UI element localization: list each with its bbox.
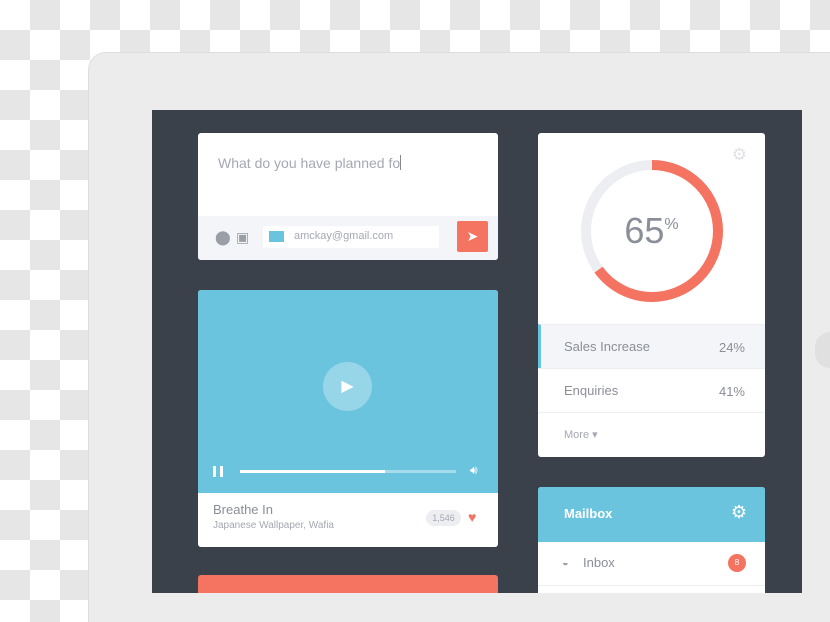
divider xyxy=(538,412,765,413)
play-icon: ▶ xyxy=(341,378,354,395)
stat-row-enquiries[interactable]: Enquiries 41% xyxy=(538,368,765,412)
play-button[interactable]: ▶ xyxy=(323,362,372,411)
progress-slider[interactable] xyxy=(240,470,456,473)
coral-card xyxy=(198,575,498,593)
like-count: 1,546 xyxy=(426,510,461,526)
stat-row-sales[interactable]: Sales Increase 24% xyxy=(538,324,765,368)
progress-fill xyxy=(240,470,385,473)
video-title: Breathe In xyxy=(213,502,273,517)
percent-value: 65% xyxy=(624,210,679,251)
pause-button[interactable] xyxy=(213,466,223,477)
inbox-icon: ◒ xyxy=(562,557,569,569)
envelope-icon xyxy=(269,231,284,242)
screen: What do you have planned fo ⬤ ▣ amckay@g… xyxy=(152,110,802,593)
email-field[interactable]: amckay@gmail.com xyxy=(263,226,439,248)
gear-icon[interactable]: ⚙ xyxy=(731,502,747,523)
video-player[interactable]: ▶ 🔊︎ xyxy=(198,290,498,493)
mailbox-header: Mailbox ⚙ xyxy=(538,487,765,542)
volume-icon[interactable]: 🔊︎ xyxy=(470,463,478,478)
send-icon: ➤ xyxy=(466,228,479,244)
gear-icon[interactable]: ⚙ xyxy=(732,145,747,165)
compose-toolbar: ⬤ ▣ amckay@gmail.com ➤ xyxy=(198,216,498,260)
compose-input[interactable]: What do you have planned fo xyxy=(218,155,401,171)
video-subtitle: Japanese Wallpaper, Wafia xyxy=(213,520,334,531)
mailbox-card: Mailbox ⚙ ◒ Inbox 8 xyxy=(538,487,765,593)
send-button[interactable]: ➤ xyxy=(457,221,488,252)
compose-card: What do you have planned fo ⬤ ▣ amckay@g… xyxy=(198,133,498,260)
video-card: ▶ 🔊︎ Breathe In Japanese Wallpaper, Wafi… xyxy=(198,290,498,547)
heart-icon[interactable]: ♥ xyxy=(468,509,476,525)
stats-card: ⚙ 65% Sales Increase 24% Enquiries 41% M… xyxy=(538,133,765,457)
unread-badge: 8 xyxy=(728,554,746,572)
more-dropdown[interactable]: More ▾ xyxy=(564,428,598,441)
inbox-item[interactable]: ◒ Inbox 8 xyxy=(538,542,765,586)
camera-icon[interactable]: ▣ xyxy=(236,229,249,246)
map-pin-icon[interactable]: ⬤ xyxy=(215,229,231,246)
